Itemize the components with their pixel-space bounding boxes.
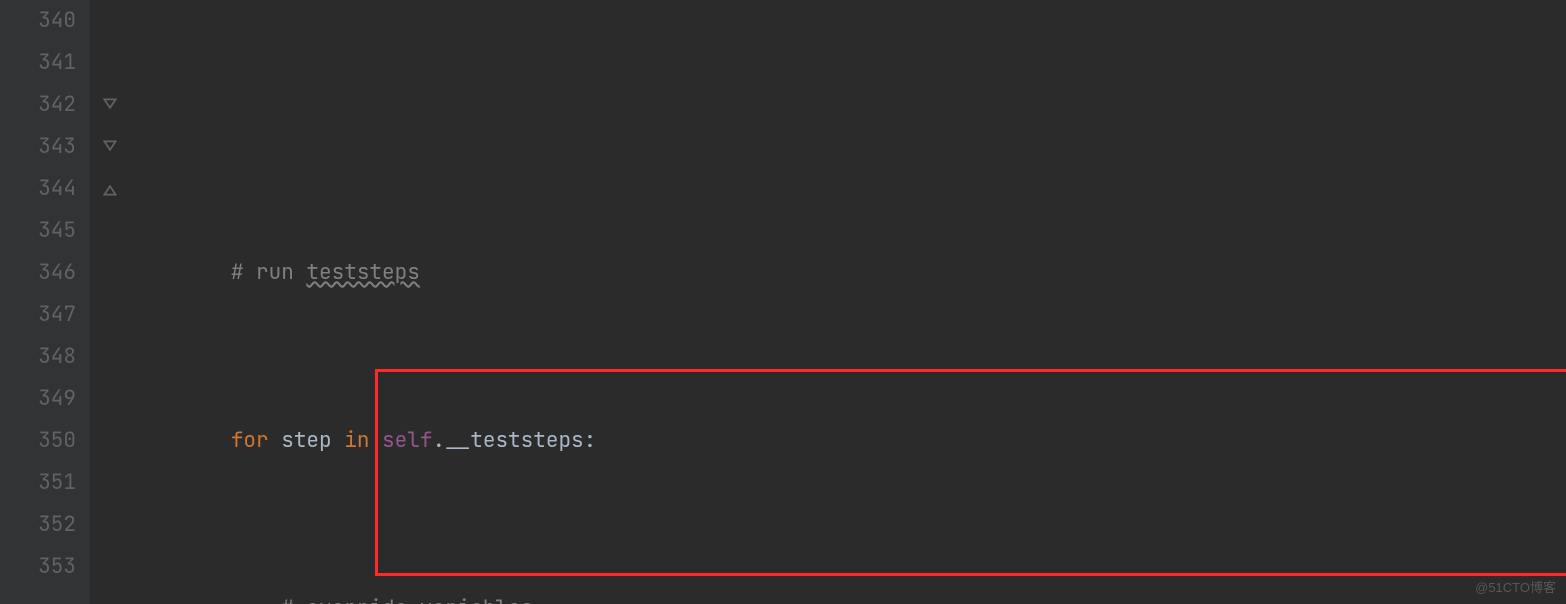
code-line[interactable]: # run teststeps bbox=[130, 252, 1566, 294]
line-number: 348 bbox=[0, 336, 76, 378]
code-line[interactable]: # override variables bbox=[130, 588, 1566, 604]
fold-blank bbox=[90, 378, 129, 420]
code-line[interactable] bbox=[130, 84, 1566, 126]
fold-toggle-icon[interactable] bbox=[90, 126, 129, 168]
watermark-text: @51CTO博客 bbox=[1475, 577, 1556, 596]
fold-blank bbox=[90, 336, 129, 378]
line-number: 352 bbox=[0, 504, 76, 546]
line-number: 347 bbox=[0, 294, 76, 336]
fold-blank bbox=[90, 210, 129, 252]
fold-end-icon[interactable] bbox=[90, 168, 129, 210]
line-number: 351 bbox=[0, 462, 76, 504]
line-number: 340 bbox=[0, 0, 76, 42]
fold-toggle-icon[interactable] bbox=[90, 84, 129, 126]
fold-blank bbox=[90, 420, 129, 462]
fold-blank bbox=[90, 42, 129, 84]
line-number: 342 bbox=[0, 84, 76, 126]
line-number: 341 bbox=[0, 42, 76, 84]
line-number: 345 bbox=[0, 210, 76, 252]
fold-blank bbox=[90, 0, 129, 42]
code-editor[interactable]: 340 341 342 343 344 345 346 347 348 349 … bbox=[0, 0, 1566, 604]
line-number: 346 bbox=[0, 252, 76, 294]
line-number: 343 bbox=[0, 126, 76, 168]
code-area[interactable]: # run teststeps for step in self.__tests… bbox=[130, 0, 1566, 604]
line-number: 349 bbox=[0, 378, 76, 420]
fold-blank bbox=[90, 294, 129, 336]
fold-blank bbox=[90, 252, 129, 294]
annotation-rectangle bbox=[375, 369, 1566, 576]
fold-blank bbox=[90, 504, 129, 546]
line-number-gutter: 340 341 342 343 344 345 346 347 348 349 … bbox=[0, 0, 90, 604]
line-number: 353 bbox=[0, 546, 76, 588]
line-number: 344 bbox=[0, 168, 76, 210]
code-line[interactable]: for step in self.__teststeps: bbox=[130, 420, 1566, 462]
fold-blank bbox=[90, 546, 129, 588]
fold-blank bbox=[90, 462, 129, 504]
fold-gutter bbox=[90, 0, 130, 604]
line-number: 350 bbox=[0, 420, 76, 462]
